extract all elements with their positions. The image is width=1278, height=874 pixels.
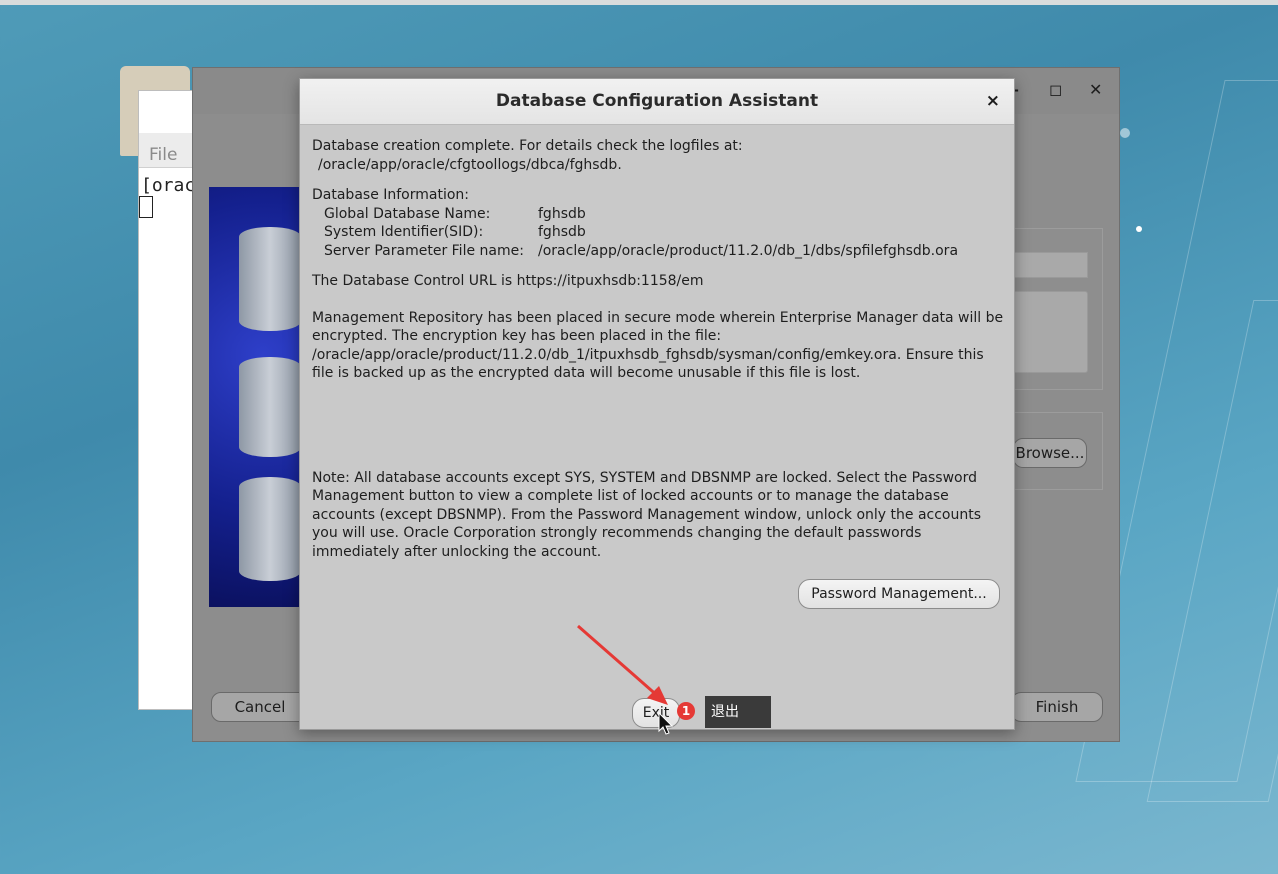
dialog-content: Database creation complete. For details …: [312, 137, 1007, 561]
info-value: fghsdb: [538, 224, 586, 240]
repository-text: Management Repository has been placed in…: [312, 309, 1004, 382]
dialog-titlebar: Database Configuration Assistant ×: [300, 79, 1014, 125]
info-row: Global Database Name: fghsdb: [312, 205, 1007, 224]
wizard-text-field[interactable]: [1011, 252, 1088, 278]
info-heading: Database Information:: [312, 187, 470, 203]
mouse-pointer-icon: [658, 712, 674, 735]
info-row: Server Parameter File name: /oracle/app/…: [312, 242, 1007, 261]
info-value: /oracle/app/oracle/product/11.2.0/db_1/d…: [538, 242, 959, 259]
close-icon[interactable]: ✕: [1089, 80, 1102, 99]
terminal-menu-file[interactable]: File: [149, 145, 177, 165]
terminal-prompt: [orac: [141, 175, 196, 196]
note-text: Note: All database accounts except SYS, …: [312, 469, 982, 560]
wizard-text-area[interactable]: [1011, 291, 1088, 373]
database-cylinder-icon: [239, 227, 299, 331]
terminal-window[interactable]: File [orac: [138, 90, 200, 710]
cancel-button[interactable]: Cancel: [211, 692, 309, 722]
finish-button[interactable]: Finish: [1011, 692, 1103, 722]
info-value: fghsdb: [538, 205, 586, 222]
logfile-path: /oracle/app/oracle/cfgtoollogs/dbca/fghs…: [318, 156, 622, 173]
wallpaper-dot: [1120, 128, 1130, 138]
completion-dialog: Database Configuration Assistant × Datab…: [299, 78, 1015, 730]
info-row: System Identifier(SID): fghsdb: [312, 223, 1007, 242]
wizard-database-illustration: [209, 187, 299, 607]
creation-complete-text: Database creation complete. For details …: [312, 138, 743, 154]
info-key: Global Database Name:: [324, 205, 491, 222]
info-key: Server Parameter File name:: [324, 242, 524, 259]
browse-button[interactable]: Browse...: [1013, 438, 1087, 468]
wallpaper-dot: [1136, 226, 1142, 232]
database-cylinder-icon: [239, 477, 299, 581]
step-badge: 1: [677, 702, 695, 720]
terminal-cursor: [139, 196, 153, 218]
exit-tooltip: 退出: [705, 696, 771, 728]
password-management-button[interactable]: Password Management...: [798, 579, 1000, 609]
maximize-icon[interactable]: ◻: [1049, 80, 1062, 99]
top-panel-strip: [0, 0, 1278, 5]
database-cylinder-icon: [239, 357, 299, 457]
control-url-text: The Database Control URL is https://itpu…: [312, 273, 704, 289]
info-key: System Identifier(SID):: [324, 224, 484, 240]
dialog-close-icon[interactable]: ×: [986, 91, 1000, 111]
dialog-title: Database Configuration Assistant: [495, 91, 819, 111]
